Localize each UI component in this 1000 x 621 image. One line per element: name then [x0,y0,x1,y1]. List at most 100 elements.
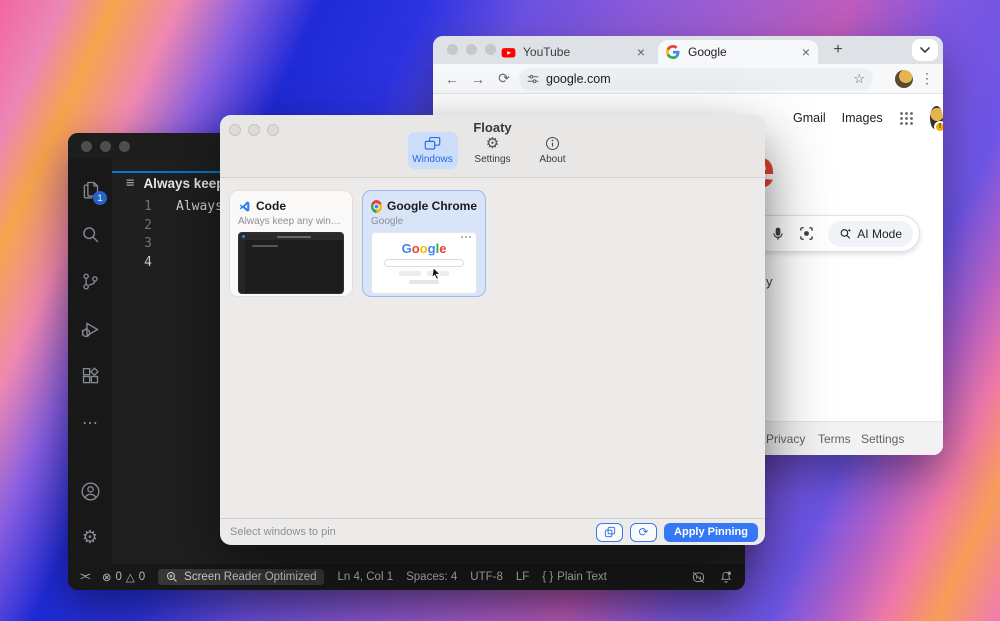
account-alert-badge: ! [934,121,943,133]
chrome-icon [371,200,382,213]
error-count: 0 [116,571,122,583]
tab-windows[interactable]: Windows [408,132,458,169]
screen-reader-label: Screen Reader Optimized [184,571,316,583]
tab-search-button[interactable] [912,39,938,61]
tab-label: Windows [410,154,456,165]
settings-gear-icon: ⚙ [470,135,516,152]
cursor-position[interactable]: Ln 4, Col 1 [337,571,393,583]
window-card-code[interactable]: Code Always keep any window o... [229,190,353,297]
ai-mode-button[interactable]: AI Mode [828,221,913,247]
problems-indicator[interactable]: ⊗ 0 △ 0 [102,570,145,584]
zoom-window-button[interactable] [119,141,130,152]
vscode-icon [238,200,251,213]
source-control-icon[interactable] [78,269,102,293]
info-icon [530,135,576,152]
tab-title: Google [688,45,796,59]
voice-search-icon[interactable] [771,225,785,243]
accounts-icon[interactable] [78,479,102,503]
minimize-window-button[interactable] [100,141,111,152]
line-text [152,217,176,236]
duplicate-icon [604,526,616,538]
indentation-indicator[interactable]: Spaces: 4 [406,571,457,583]
forward-button[interactable]: → [465,71,491,87]
run-debug-icon[interactable] [78,317,102,341]
line-number: 3 [112,235,152,254]
line-text [152,254,176,273]
chrome-menu-icon[interactable]: ⋮ [919,70,935,87]
settings-gear-icon[interactable]: ⚙ [78,525,102,549]
gmail-link[interactable]: Gmail [793,111,826,125]
close-window-button[interactable] [81,141,92,152]
card-subtitle: Always keep any window o... [238,216,344,227]
braces-icon: { } [542,571,553,583]
reload-button[interactable]: ⟳ [491,70,517,87]
apply-pinning-button[interactable]: Apply Pinning [664,523,758,542]
close-window-button[interactable] [447,44,458,55]
screen-reader-chip[interactable]: Screen Reader Optimized [158,569,324,585]
omnibox[interactable]: google.com ☆ [519,68,873,90]
vscode-status-bar: >< ⊗ 0 △ 0 Screen Reader Optimized Ln 4,… [68,564,745,590]
tab-about[interactable]: About [528,132,578,169]
tab-youtube[interactable]: YouTube × [493,40,653,64]
floaty-footer: Select windows to pin ⟳ Apply Pinning [220,518,765,545]
zoom-in-icon [166,571,178,583]
remote-indicator[interactable]: >< [80,571,89,583]
refresh-button[interactable]: ⟳ [630,523,657,542]
back-button[interactable]: ← [439,71,465,87]
extensions-icon[interactable] [78,364,102,388]
hint-text: Select windows to pin [230,526,336,538]
tab-label: About [530,154,576,165]
minimize-window-button[interactable] [466,44,477,55]
floaty-header[interactable]: Floaty Windows ⚙ Settings About [220,115,765,178]
youtube-icon [501,45,516,60]
chrome-tabstrip[interactable]: YouTube × Google × + [433,36,943,64]
ai-mode-label: AI Mode [857,227,902,241]
editor-tab-title[interactable]: Always keep [143,176,224,191]
explorer-badge: 1 [93,191,107,205]
chrome-window-thumbnail: Google [371,232,477,294]
url-text: google.com [546,72,853,86]
line-number: 1 [112,198,152,217]
language-mode[interactable]: { } Plain Text [542,571,607,583]
search-icon[interactable] [78,222,102,246]
notifications-bell-icon[interactable] [719,570,733,584]
vscode-traffic-lights [81,141,130,152]
close-tab-icon[interactable]: × [637,45,645,59]
account-avatar[interactable]: ! [930,106,943,130]
pin-windows-button[interactable] [596,523,623,542]
privacy-link[interactable]: Privacy [766,432,805,446]
google-apps-grid-icon[interactable] [899,111,914,126]
google-lens-icon[interactable] [798,225,815,242]
site-settings-icon[interactable] [527,73,539,85]
card-app-title: Code [256,199,286,213]
tab-title: YouTube [523,45,631,59]
copilot-disabled-icon[interactable] [691,570,706,585]
more-actions-icon[interactable]: ⋯ [78,411,102,435]
card-app-title: Google Chrome [387,199,477,213]
google-favicon [666,45,681,60]
close-tab-icon[interactable]: × [802,45,810,59]
bookmark-star-icon[interactable]: ☆ [853,71,865,87]
explorer-icon[interactable]: 1 [78,177,102,201]
settings-link[interactable]: Settings [861,432,904,446]
warning-count: 0 [139,571,145,583]
window-card-google-chrome[interactable]: Google Chrome Google Google [362,190,486,297]
chevron-down-icon [920,47,930,53]
profile-avatar[interactable] [895,70,913,88]
terms-link[interactable]: Terms [818,432,851,446]
feeling-lucky-partial[interactable]: y [766,274,773,289]
warning-icon: △ [126,570,135,584]
cursor-icon [431,267,443,281]
line-text [152,235,176,254]
new-tab-button[interactable]: + [828,40,848,60]
ai-sparkle-icon [839,227,852,240]
error-icon: ⊗ [102,570,112,584]
tab-google[interactable]: Google × [658,40,818,64]
language-label: Plain Text [557,571,607,583]
breadcrumb-menu-icon[interactable]: ≡ [126,175,134,191]
encoding-indicator[interactable]: UTF-8 [470,571,503,583]
images-link[interactable]: Images [842,111,883,125]
eol-indicator[interactable]: LF [516,571,529,583]
vscode-window-thumbnail [238,232,344,294]
tab-settings[interactable]: ⚙ Settings [468,132,518,169]
